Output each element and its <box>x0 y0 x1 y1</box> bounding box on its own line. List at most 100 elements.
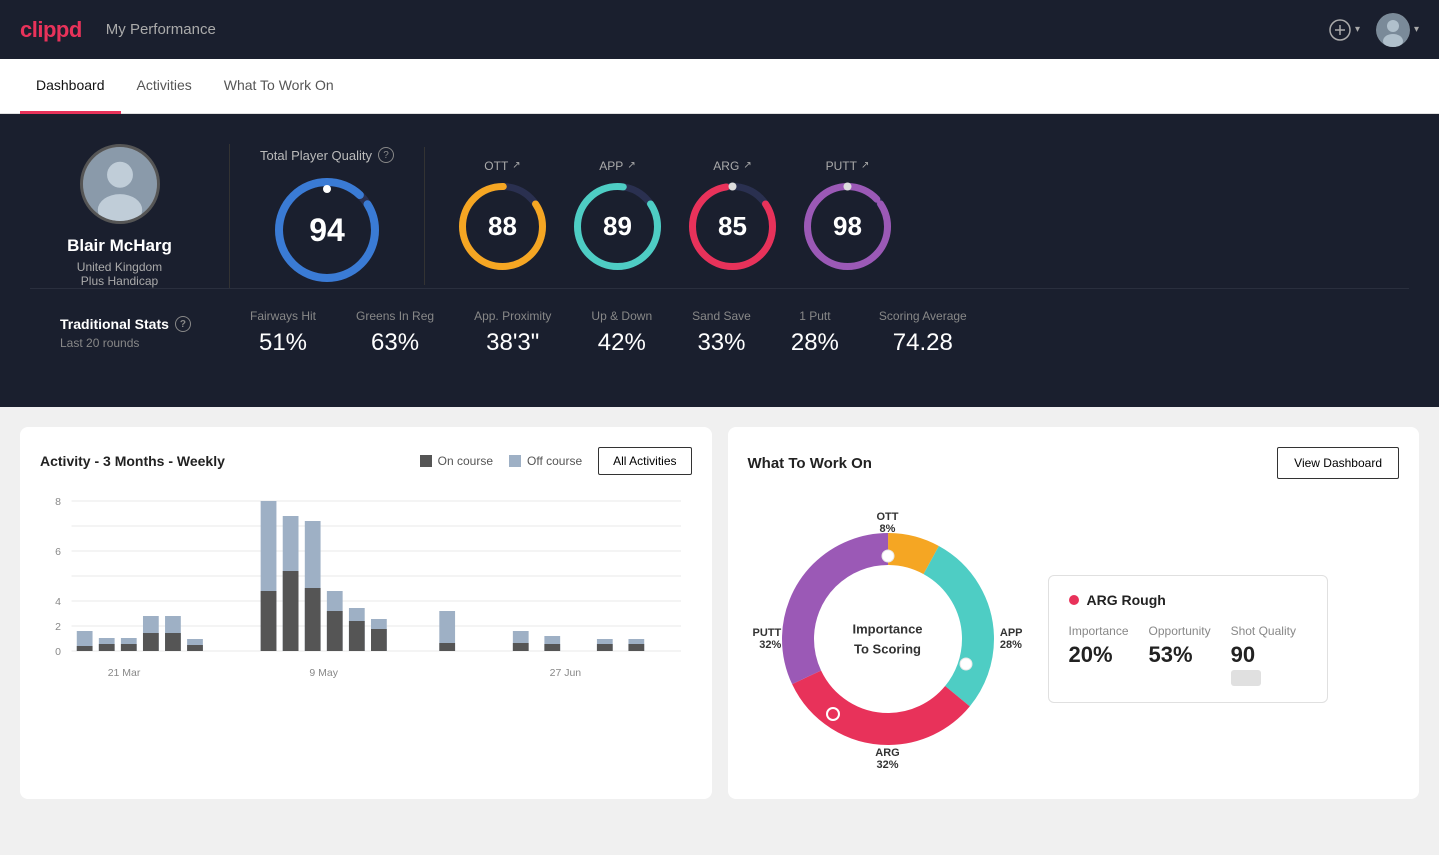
off-course-dot <box>509 455 521 467</box>
stat-1putt: 1 Putt 28% <box>791 309 839 357</box>
ott-donut-label: OTT 8% <box>877 511 899 535</box>
stat-updown-label: Up & Down <box>591 309 652 323</box>
arg-arrow-icon: ↗ <box>743 160 751 171</box>
shot-quality-badge <box>1231 670 1261 686</box>
header-right: ▾ ▾ <box>1329 13 1419 47</box>
score-arg: ARG ↗ 85 <box>685 159 780 274</box>
svg-text:4: 4 <box>55 597 61 608</box>
trad-stats-period: Last 20 rounds <box>60 336 220 350</box>
view-dashboard-button[interactable]: View Dashboard <box>1277 447 1399 479</box>
app-value: 89 <box>603 211 632 242</box>
tpq-help-icon[interactable]: ? <box>378 147 394 163</box>
card-dot-icon <box>1069 595 1079 605</box>
bottom-section: Activity - 3 Months - Weekly On course O… <box>0 407 1439 819</box>
arg-label: ARG ↗ <box>713 159 751 173</box>
tpq-value: 94 <box>309 212 345 249</box>
svg-text:6: 6 <box>55 547 61 558</box>
tpq-circle: 94 <box>272 175 382 285</box>
user-menu[interactable]: ▾ <box>1376 13 1419 47</box>
stat-greens-value: 63% <box>371 329 419 357</box>
tab-activities[interactable]: Activities <box>121 59 208 114</box>
traditional-stats: Traditional Stats ? Last 20 rounds Fairw… <box>30 288 1409 377</box>
player-country: United Kingdom <box>77 260 162 274</box>
arg-circle: 85 <box>685 179 780 274</box>
stat-updown-value: 42% <box>598 329 646 357</box>
activity-panel: Activity - 3 Months - Weekly On course O… <box>20 427 712 799</box>
stat-1putt-value: 28% <box>791 329 839 357</box>
stat-greens: Greens In Reg 63% <box>356 309 434 357</box>
stat-items: Fairways Hit 51% Greens In Reg 63% App. … <box>250 309 1379 357</box>
app-circle: 89 <box>570 179 665 274</box>
stat-sandsave: Sand Save 33% <box>692 309 751 357</box>
wtwo-panel: What To Work On View Dashboard <box>728 427 1420 799</box>
legend-on-course: On course <box>420 454 493 468</box>
importance-value: 20% <box>1069 642 1129 668</box>
hero-top: Blair McHarg United Kingdom Plus Handica… <box>30 144 1409 288</box>
app-arrow-icon: ↗ <box>627 160 635 171</box>
score-putt: PUTT ↗ 98 <box>800 159 895 274</box>
player-handicap: Plus Handicap <box>81 274 158 288</box>
ott-label: OTT ↗ <box>484 159 520 173</box>
chart-area: 8 6 4 2 0 <box>40 491 692 711</box>
stat-scoring: Scoring Average 74.28 <box>879 309 967 357</box>
wtwo-card-detail: ARG Rough Importance 20% Opportunity 53%… <box>1048 575 1328 703</box>
player-name: Blair McHarg <box>67 236 172 256</box>
svg-text:0: 0 <box>55 647 61 658</box>
trad-stats-label: Traditional Stats ? Last 20 rounds <box>60 316 220 350</box>
player-info: Blair McHarg United Kingdom Plus Handica… <box>30 144 230 288</box>
stat-sandsave-value: 33% <box>697 329 745 357</box>
stat-scoring-value: 74.28 <box>893 329 953 357</box>
svg-text:8: 8 <box>55 497 61 508</box>
legend-off-course: Off course <box>509 454 582 468</box>
app-label: APP ↗ <box>599 159 635 173</box>
stat-proximity-value: 38'3" <box>486 329 539 357</box>
tab-dashboard[interactable]: Dashboard <box>20 59 121 114</box>
opportunity-value: 53% <box>1149 642 1211 668</box>
card-importance: Importance 20% <box>1069 624 1129 686</box>
svg-text:21 Mar: 21 Mar <box>108 668 141 679</box>
trad-stats-title: Traditional Stats ? <box>60 316 220 332</box>
scores-section: Total Player Quality ? 94 OTT <box>230 147 1409 285</box>
app-donut-label: APP 28% <box>1000 627 1023 651</box>
score-ott: OTT ↗ 88 <box>455 159 550 274</box>
card-opportunity: Opportunity 53% <box>1149 624 1211 686</box>
on-course-dot <box>420 455 432 467</box>
logo[interactable]: clippd <box>20 17 82 43</box>
bar-chart-svg: 8 6 4 2 0 <box>40 491 692 691</box>
putt-value: 98 <box>833 211 862 242</box>
tab-what-to-work-on[interactable]: What To Work On <box>208 59 350 114</box>
all-activities-button[interactable]: All Activities <box>598 447 691 475</box>
wtwo-content: Importance To Scoring OTT 8% APP 28% ARG… <box>748 499 1400 779</box>
header-left: clippd My Performance <box>20 17 216 43</box>
arg-value: 85 <box>718 211 747 242</box>
plus-circle-icon <box>1329 19 1351 41</box>
tpq-section: Total Player Quality ? 94 <box>260 147 425 285</box>
wtwo-header: What To Work On View Dashboard <box>748 447 1400 479</box>
score-app: APP ↗ 89 <box>570 159 665 274</box>
stat-proximity-label: App. Proximity <box>474 309 551 323</box>
player-avatar <box>80 144 160 224</box>
header-title: My Performance <box>106 21 216 38</box>
avatar <box>1376 13 1410 47</box>
donut-center: Importance To Scoring <box>852 620 922 659</box>
svg-text:9 May: 9 May <box>309 668 338 679</box>
tab-bar: Dashboard Activities What To Work On <box>0 59 1439 114</box>
wtwo-title: What To Work On <box>748 455 872 472</box>
trad-stats-help-icon[interactable]: ? <box>175 316 191 332</box>
ott-circle: 88 <box>455 179 550 274</box>
stat-proximity: App. Proximity 38'3" <box>474 309 551 357</box>
chart-header: Activity - 3 Months - Weekly On course O… <box>40 447 692 475</box>
dropdown-arrow: ▾ <box>1355 24 1360 35</box>
putt-donut-label: PUTT 32% <box>753 627 782 651</box>
chart-legend: On course Off course <box>420 454 583 468</box>
stat-sandsave-label: Sand Save <box>692 309 751 323</box>
add-button[interactable]: ▾ <box>1329 19 1360 41</box>
header: clippd My Performance ▾ ▾ <box>0 0 1439 59</box>
stat-greens-label: Greens In Reg <box>356 309 434 323</box>
tpq-label: Total Player Quality ? <box>260 147 394 163</box>
importance-label: Importance <box>1069 624 1129 638</box>
sub-scores: OTT ↗ 88 APP ↗ <box>425 159 895 274</box>
user-dropdown-arrow: ▾ <box>1414 24 1419 35</box>
putt-circle: 98 <box>800 179 895 274</box>
stat-scoring-label: Scoring Average <box>879 309 967 323</box>
